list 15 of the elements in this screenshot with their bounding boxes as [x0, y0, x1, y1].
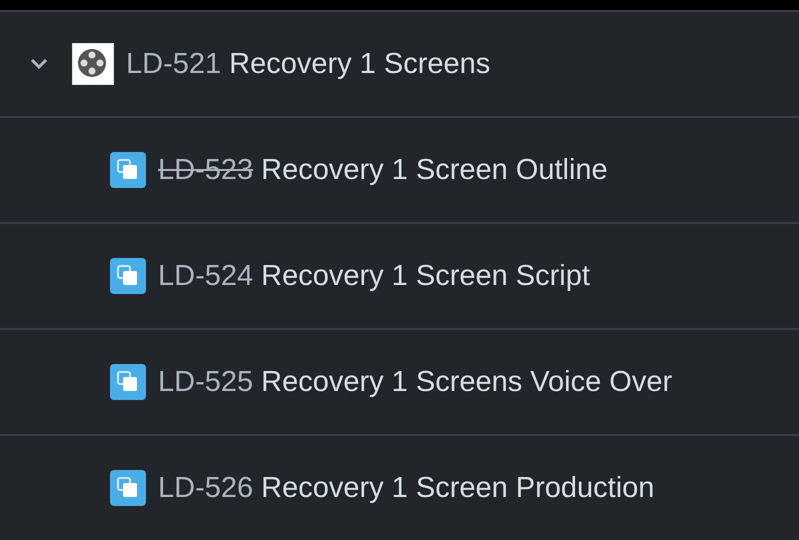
subtask-icon	[110, 258, 146, 294]
issue-key-link[interactable]: LD-523	[158, 154, 254, 186]
issue-summary: Recovery 1 Screen Outline	[261, 154, 608, 186]
subtask-icon	[110, 470, 146, 506]
subtask-icon	[110, 364, 146, 400]
issue-summary: Recovery 1 Screens Voice Over	[261, 366, 672, 398]
subtask-icon	[110, 152, 146, 188]
film-reel-icon	[72, 43, 114, 85]
issue-key-link[interactable]: LD-521	[126, 48, 222, 80]
issue-key-link[interactable]: LD-526	[158, 472, 254, 504]
issue-summary: Recovery 1 Screen Production	[261, 472, 654, 504]
issue-summary: Recovery 1 Screen Script	[261, 260, 590, 292]
issue-key-link[interactable]: LD-524	[158, 260, 254, 292]
issue-key-link[interactable]: LD-525	[158, 366, 254, 398]
issue-summary: Recovery 1 Screens	[229, 48, 490, 80]
